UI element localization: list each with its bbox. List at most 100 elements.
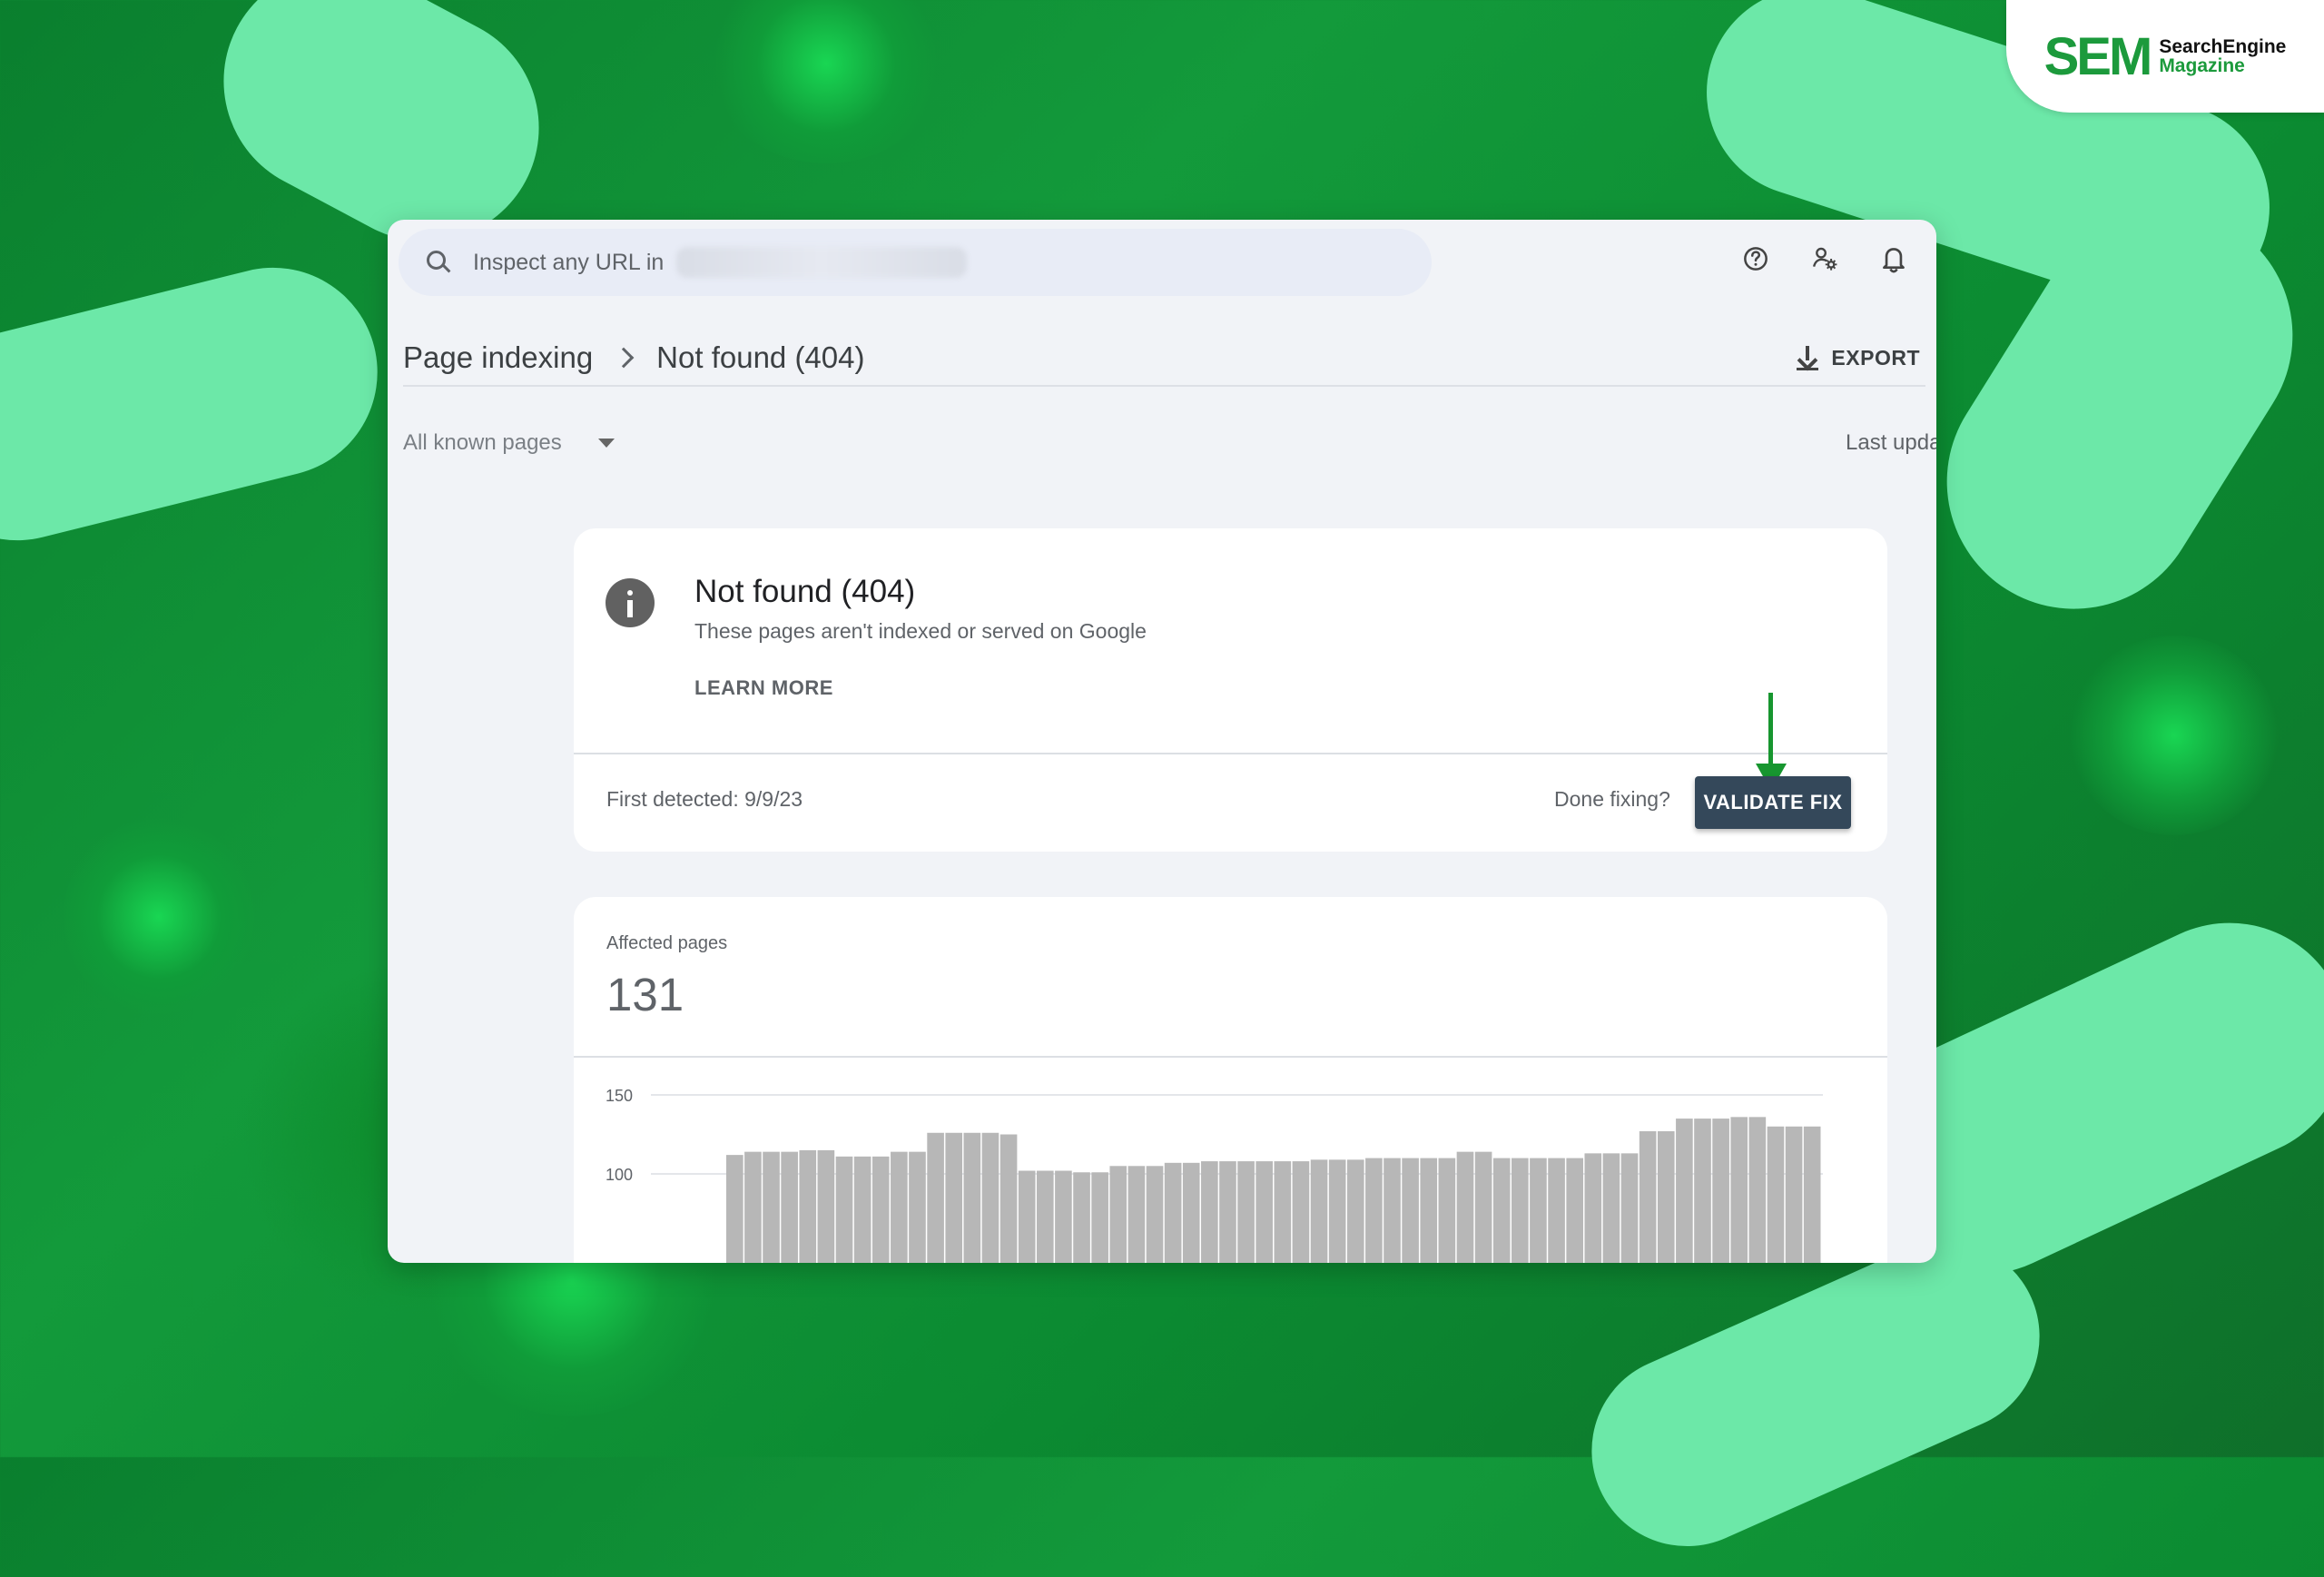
search-placeholder: Inspect any URL in xyxy=(473,249,665,275)
chart-bar xyxy=(1748,1117,1767,1263)
chart-bar xyxy=(981,1132,1000,1263)
logo-mark: SEM xyxy=(2043,26,2153,86)
chart-bar xyxy=(1694,1119,1711,1263)
background-ribbon xyxy=(1561,1210,2071,1577)
url-inspection-search[interactable]: Inspect any URL in xyxy=(399,229,1432,296)
breadcrumb-page-indexing[interactable]: Page indexing xyxy=(403,340,593,375)
chart-bar xyxy=(1018,1170,1036,1263)
chart-bar xyxy=(1055,1170,1072,1263)
chart-bar xyxy=(1767,1126,1785,1263)
chevron-down-icon xyxy=(597,439,615,448)
search-console-window: Inspect any URL in Page indexing Not fou… xyxy=(388,220,1936,1263)
chart-bar xyxy=(1420,1158,1438,1263)
chart-bar xyxy=(726,1155,743,1263)
affected-pages-card: Affected pages 131 150 100 xyxy=(574,897,1887,1263)
chart-bar xyxy=(763,1151,780,1263)
chart-bar xyxy=(1146,1166,1164,1263)
learn-more-link[interactable]: LEARN MORE xyxy=(694,676,833,700)
chart-bar xyxy=(1182,1162,1200,1263)
green-arrow-icon xyxy=(1768,693,1773,769)
chevron-right-icon xyxy=(613,347,635,369)
chart-bar xyxy=(1785,1126,1803,1263)
chart-bar xyxy=(1474,1151,1492,1263)
chart-bar xyxy=(853,1156,872,1263)
chart-bar xyxy=(1566,1158,1583,1263)
header-actions xyxy=(1737,240,1913,278)
chart-bar xyxy=(1365,1158,1383,1263)
validation-footer: First detected: 9/9/23 Done fixing? VALI… xyxy=(574,693,1887,852)
chart-bar xyxy=(1803,1126,1821,1263)
blurred-sphere xyxy=(2070,636,2279,835)
chart-bar xyxy=(927,1132,944,1263)
chart-bar xyxy=(1548,1158,1565,1263)
chart-bar xyxy=(799,1149,817,1263)
chart-bar xyxy=(1602,1153,1620,1263)
chart-bar xyxy=(817,1149,835,1263)
chart-bar xyxy=(1384,1158,1401,1263)
blurred-sphere xyxy=(708,0,944,163)
chart-bar xyxy=(963,1132,981,1263)
page-filter-value: All known pages xyxy=(403,430,562,455)
last-updated-text: Last upda xyxy=(1846,430,1936,455)
chart-bar xyxy=(1310,1159,1328,1263)
chart-bar xyxy=(1530,1158,1547,1263)
chart-bar xyxy=(1109,1166,1128,1263)
blurred-sphere xyxy=(64,817,254,1017)
export-button[interactable]: EXPORT xyxy=(1789,344,1925,371)
chart-bar xyxy=(1639,1131,1657,1263)
breadcrumb: Page indexing Not found (404) EXPORT xyxy=(403,330,1925,387)
chart-bar xyxy=(1128,1166,1146,1263)
info-icon xyxy=(606,578,655,627)
chart-bar xyxy=(1438,1158,1456,1263)
chart-bar xyxy=(1256,1161,1273,1263)
notifications-icon[interactable] xyxy=(1875,240,1913,278)
chart-bar xyxy=(1219,1161,1236,1263)
chart-bar xyxy=(1292,1161,1310,1263)
affected-pages-chart: 150 100 xyxy=(606,1087,1823,1263)
help-icon[interactable] xyxy=(1737,240,1775,278)
y-axis-tick-label: 150 xyxy=(606,1087,633,1105)
search-icon[interactable] xyxy=(426,250,451,275)
done-fixing-label: Done fixing? xyxy=(1554,787,1670,811)
affected-pages-label: Affected pages xyxy=(606,933,728,953)
chart-bar xyxy=(744,1151,762,1263)
chart-bar xyxy=(781,1151,798,1263)
chart-bar xyxy=(1346,1159,1364,1263)
chart-bar xyxy=(1073,1172,1090,1263)
chart-bar xyxy=(872,1156,890,1263)
chart-bar xyxy=(945,1132,963,1263)
chart-bar xyxy=(1201,1161,1218,1263)
chart-bar xyxy=(1237,1161,1255,1263)
chart-bar xyxy=(1492,1158,1511,1263)
chart-bar xyxy=(835,1156,853,1263)
chart-bar xyxy=(1657,1131,1675,1263)
chart-bar xyxy=(1676,1119,1693,1263)
chart-bar xyxy=(1512,1158,1529,1263)
brand-logo: SEM SearchEngine Magazine xyxy=(2006,0,2324,113)
chart-bar xyxy=(909,1151,926,1263)
manage-users-icon[interactable] xyxy=(1806,240,1844,278)
chart-bar xyxy=(1091,1172,1108,1263)
chart-divider xyxy=(574,1056,1887,1058)
y-axis-tick-label: 100 xyxy=(606,1166,633,1184)
blurred-property-name xyxy=(676,247,968,278)
issue-details-card: Not found (404) These pages aren't index… xyxy=(574,528,1887,852)
chart-bar xyxy=(1328,1159,1346,1263)
notifications-icon-svg xyxy=(1883,248,1905,273)
validate-fix-button[interactable]: VALIDATE FIX xyxy=(1695,776,1851,829)
chart-bar xyxy=(1164,1162,1182,1263)
chart-bar xyxy=(1036,1170,1054,1263)
chart-bar xyxy=(1620,1153,1639,1263)
issue-title: Not found (404) xyxy=(694,574,916,609)
chart-bar xyxy=(1402,1158,1419,1263)
manage-users-icon-svg xyxy=(1813,247,1837,271)
chart-bar xyxy=(1712,1119,1729,1263)
help-icon-svg xyxy=(1744,247,1768,271)
page-filter-dropdown[interactable]: All known pages xyxy=(403,430,615,456)
chart-bar xyxy=(1000,1134,1018,1263)
chart-bar xyxy=(1274,1161,1292,1263)
export-label: EXPORT xyxy=(1831,345,1920,370)
chart-bar xyxy=(1730,1117,1748,1263)
issue-description: These pages aren't indexed or served on … xyxy=(694,619,1147,643)
background-ribbon xyxy=(0,245,400,563)
